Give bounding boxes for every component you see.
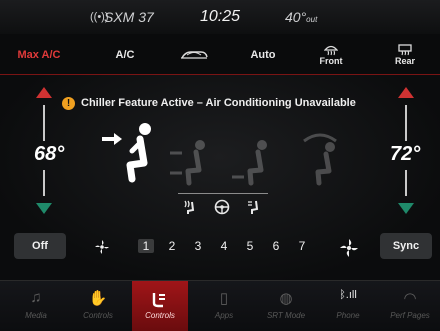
dock-controls-label: Controls	[83, 311, 113, 320]
dock-srt-mode-label: SRT Mode	[266, 311, 306, 320]
rear-defrost-button[interactable]: Rear	[382, 36, 428, 74]
climate-top-controls: Max A/C A/C Auto Front Rear	[0, 36, 440, 75]
seated-person-bilevel-icon	[170, 140, 205, 186]
warning-icon: !	[62, 96, 75, 110]
auto-button[interactable]: Auto	[240, 36, 286, 74]
ventilated-seat-glyph	[248, 200, 259, 214]
front-defrost-button[interactable]: Front	[308, 36, 354, 74]
driver-temperature: 68°	[34, 143, 65, 165]
outside-temperature: 40°out	[285, 9, 317, 25]
phone-icon: ᛒ.ıll	[339, 289, 357, 301]
dock-climate-label: Controls	[145, 311, 175, 320]
bottom-dock: ♫ Media ✋ Controls Controls ▯ Apps ◍ SRT…	[0, 280, 440, 331]
ventilated-seat-icon[interactable]	[246, 199, 262, 218]
recirculation-icon	[181, 51, 208, 59]
rear-defrost-icon	[398, 44, 412, 56]
dock-srt-mode[interactable]: ◍ SRT Mode	[258, 281, 314, 331]
steering-wheel-glyph	[214, 199, 230, 215]
dock-apps[interactable]: ▯ Apps	[196, 281, 252, 331]
dock-media[interactable]: ♫ Media	[8, 281, 64, 331]
performance-pages-icon: ◠	[403, 290, 417, 307]
fan-small-glyph	[95, 240, 109, 254]
fan-speed-row: Off 1 2 3 4 5 6 7 Sync	[0, 225, 440, 265]
passenger-temp-up-arrow[interactable]	[398, 87, 414, 98]
driver-temp-down-arrow[interactable]	[36, 203, 52, 214]
ac-button[interactable]: A/C	[100, 36, 150, 74]
apps-icon: ▯	[219, 290, 229, 307]
recirculation-button[interactable]	[168, 36, 220, 74]
fan-increase-icon[interactable]	[340, 239, 358, 262]
fan-speed-6[interactable]: 6	[268, 239, 284, 253]
outside-temp-label: out	[306, 15, 318, 24]
dock-perf-pages-label: Perf Pages	[390, 311, 430, 320]
seated-person-panel-airflow-icon	[102, 123, 151, 183]
music-note-icon: ♫	[30, 289, 42, 306]
climate-icon	[132, 289, 188, 309]
max-ac-label: Max A/C	[17, 49, 61, 61]
dock-apps-label: Apps	[214, 311, 234, 320]
sync-button[interactable]: Sync	[380, 233, 432, 259]
auto-label: Auto	[250, 49, 276, 61]
fan-decrease-icon[interactable]	[94, 239, 110, 260]
driver-temp-up-arrow[interactable]	[36, 87, 52, 98]
front-defrost-icon	[324, 45, 338, 56]
climate-glyph	[152, 293, 165, 308]
driver-temperature-control: 68°	[24, 75, 64, 225]
fan-speed-5[interactable]: 5	[242, 239, 258, 253]
max-ac-button[interactable]: Max A/C	[10, 36, 68, 74]
dock-phone[interactable]: ᛒ.ıll Phone	[320, 281, 376, 331]
fan-speed-3[interactable]: 3	[190, 239, 206, 253]
passenger-temp-scale-bottom	[405, 170, 407, 196]
heated-seat-icon[interactable]	[182, 199, 198, 218]
dock-media-label: Media	[25, 311, 47, 320]
heated-steering-wheel-icon[interactable]	[214, 199, 230, 218]
dock-climate[interactable]: Controls	[132, 281, 188, 331]
clock: 10:25	[199, 8, 241, 25]
airflow-mode-defrost-floor[interactable]	[300, 131, 344, 194]
passenger-temperature-control: 72°	[386, 75, 426, 225]
passenger-temperature: 72°	[390, 143, 421, 165]
srt-mode-icon: ◍	[279, 290, 293, 307]
front-defrost-label: Front	[319, 56, 343, 66]
dock-phone-label: Phone	[336, 311, 360, 320]
airflow-mode-bilevel[interactable]	[168, 137, 212, 194]
seated-person-floor-icon	[232, 140, 267, 186]
passenger-temp-scale-top	[405, 105, 407, 141]
passenger-temp-down-arrow[interactable]	[398, 203, 414, 214]
airflow-mode-floor[interactable]	[230, 137, 274, 194]
fan-speed-4[interactable]: 4	[216, 239, 232, 253]
driver-temp-scale-top	[43, 105, 45, 141]
outside-temp-value: 40°	[285, 9, 307, 25]
climate-off-button[interactable]: Off	[14, 233, 66, 259]
airflow-mode-panel[interactable]	[100, 119, 160, 194]
off-label: Off	[32, 240, 48, 252]
rear-defrost-label: Rear	[394, 56, 415, 66]
sync-label: Sync	[392, 240, 420, 252]
ac-label: A/C	[115, 49, 135, 61]
driver-temp-scale-bottom	[43, 170, 45, 196]
fan-speed-7[interactable]: 7	[294, 239, 310, 253]
seat-controls-divider	[178, 193, 268, 194]
fan-speed-2[interactable]: 2	[164, 239, 180, 253]
dock-performance-pages[interactable]: ◠ Perf Pages	[382, 281, 438, 331]
chiller-warning-banner: ! Chiller Feature Active – Air Condition…	[62, 95, 382, 111]
fan-speed-1[interactable]: 1	[138, 239, 154, 253]
controls-icon: ✋	[88, 290, 108, 307]
dock-controls[interactable]: ✋ Controls	[70, 281, 126, 331]
status-bar: ((•)) SXM 37 10:25 40°out	[0, 0, 440, 34]
fan-large-glyph	[340, 239, 358, 257]
fan-speed-selector: 1 2 3 4 5 6 7	[138, 239, 320, 255]
chiller-warning-text: Chiller Feature Active – Air Conditionin…	[81, 97, 356, 109]
heated-seat-glyph	[184, 200, 195, 214]
seated-person-defrost-floor-icon	[303, 133, 337, 186]
